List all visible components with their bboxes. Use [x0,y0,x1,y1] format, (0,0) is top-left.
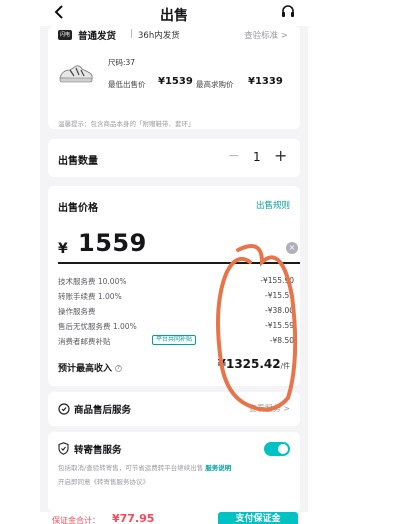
quantity-card: 出售数量 − 1 + [48,139,300,177]
income-label-text: 预计最高收入 [58,364,113,374]
info-icon[interactable]: ? [115,365,123,372]
after-sales-card[interactable]: 商品售后服务 查看服务 > [48,392,300,426]
nav-header: 出售 [40,0,308,26]
shipping-time: 36h内发货 [138,31,180,41]
fee-row: 售后无忧服务费 1.00% -¥15.59 [58,321,294,335]
sell-page: 出售 闪电 普通发货 | 36h内发货 查验标准 > 尺码:37 最低出售价 ¥… [40,0,308,524]
consignment-toggle[interactable] [264,442,290,456]
income-value: ¥1325.42/件 [218,357,290,371]
lowest-sell-value: ¥1539 [158,76,193,87]
fee-label: 消费者邮费补贴 [58,337,111,346]
quantity-label: 出售数量 [58,156,98,167]
after-sales-label: 商品售后服务 [74,405,132,416]
lightning-tag-icon: 闪电 [58,30,72,40]
warm-tip: 温馨提示：包含商品本身的「附赠鞋带、套环」 [58,120,195,128]
fee-row: 操作服务费 -¥38.00 [58,306,294,320]
platform-subsidy-badge: 平台共同补贴 [152,335,197,345]
consignment-card: 转寄售服务 包括取消/查验转寄售，可节省运费转平台继续出售 服务说明 开启即同意… [48,432,300,512]
fee-label: 操作服务费 [58,307,96,316]
lowest-sell-label: 最低出售价 [108,80,146,89]
fee-value: -¥155.90 [260,276,294,285]
fee-row: 消费者邮费补贴 平台共同补贴 -¥8.50 [58,335,294,350]
price-input[interactable]: 1559 [78,229,147,257]
deposit-label: 保证金合计： [52,516,100,524]
agreement-text[interactable]: 开启即同意《转寄售服务协议》 [58,476,149,486]
shipping-type: 普通发货 [78,31,117,42]
fee-value: -¥15.59 [265,291,294,300]
sell-rules-link[interactable]: 出售规则 [256,199,290,211]
price-underline [58,262,300,264]
bottom-bar: 保证金合计： ¥77.95 支付保证金 [40,512,308,524]
headset-icon[interactable] [280,4,296,20]
quantity-value: 1 [253,150,261,164]
income-label: 预计最高收入? [58,361,123,374]
service-explanation-link[interactable]: 服务说明 [205,464,231,472]
price-label: 出售价格 [58,203,98,214]
after-sales-link[interactable]: 查看服务 > [249,403,290,414]
pay-deposit-button[interactable]: 支付保证金 [218,512,298,524]
shield-icon [58,403,70,415]
highest-buy-label: 最高求购价 [196,80,234,89]
fee-label: 售后无忧服务费 1.00% [58,322,137,331]
fee-row: 技术服务费 10.00% -¥155.90 [58,276,294,290]
income-unit: /件 [280,362,290,370]
consignment-description: 包括取消/查验转寄售，可节省运费转平台继续出售 服务说明 [58,462,294,472]
product-card: 闪电 普通发货 | 36h内发货 查验标准 > 尺码:37 最低出售价 ¥153… [48,26,300,129]
quantity-plus-button[interactable]: + [274,146,287,165]
sneaker-image [59,65,93,83]
fee-value: -¥8.50 [269,336,294,345]
fee-label: 技术服务费 10.00% [58,277,127,286]
highest-buy-value: ¥1339 [248,76,283,87]
currency-symbol: ¥ [58,241,68,257]
quantity-minus-button[interactable]: − [228,148,240,164]
consignment-label: 转寄售服务 [74,445,122,456]
price-card: 出售价格 出售规则 ¥ 1559 × 技术服务费 10.00% -¥155.90… [48,186,300,386]
consignment-desc-text: 包括取消/查验转寄售，可节省运费转平台继续出售 [58,464,204,472]
fee-label: 转账手续费 1.00% [58,292,122,301]
shield-check-icon [58,442,69,455]
inspection-standard-link[interactable]: 查验标准 > [244,29,288,41]
clear-icon[interactable]: × [286,242,298,254]
deposit-value: ¥77.95 [112,512,155,524]
fee-value: -¥38.00 [265,306,294,315]
page-title: 出售 [160,8,188,24]
shoe-size: 尺码:37 [108,58,136,67]
shipping-separator: | [130,29,134,39]
income-amount: ¥1325.42 [217,357,281,371]
fee-value: -¥15.59 [265,321,294,330]
fee-row: 转账手续费 1.00% -¥15.59 [58,291,294,305]
